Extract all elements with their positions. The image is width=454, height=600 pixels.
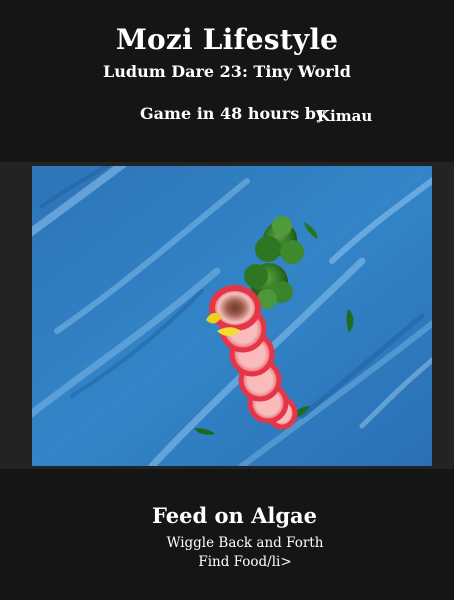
event-subtitle: Ludum Dare 23: Tiny World [103, 62, 351, 81]
game-page: Mozi Lifestyle Ludum Dare 23: Tiny World… [0, 0, 454, 600]
objective-title: Feed on Algae [152, 503, 317, 529]
author-link[interactable]: Kimau [317, 107, 372, 125]
byline-text: Game in 48 hours by [140, 104, 326, 123]
game-canvas[interactable] [32, 166, 432, 466]
instruction-item: Wiggle Back and Forth [166, 535, 324, 551]
instruction-item: Find Food/li> [198, 554, 292, 570]
game-scene [32, 166, 432, 466]
instructions-list: Wiggle Back and Forth Find Food/li> [0, 534, 454, 572]
game-title: Mozi Lifestyle [115, 22, 339, 56]
